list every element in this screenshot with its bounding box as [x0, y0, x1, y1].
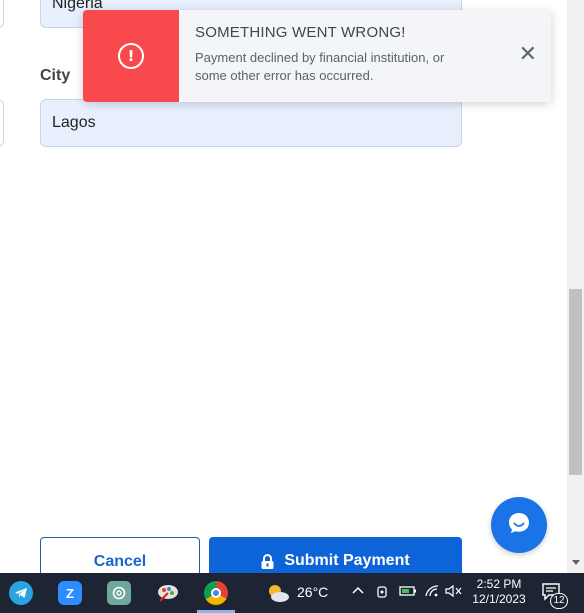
chat-button[interactable] [491, 497, 547, 553]
chrome-icon[interactable] [204, 581, 228, 605]
clock-date: 12/1/2023 [472, 592, 526, 606]
cancel-button-label: Cancel [93, 553, 147, 570]
toast-body: SOMETHING WENT WRONG! Payment declined b… [179, 10, 551, 102]
city-field[interactable]: Lagos [40, 99, 462, 147]
taskbar-clock[interactable]: 2:52 PM 12/1/2023 [470, 577, 528, 607]
telegram-icon[interactable] [9, 581, 33, 605]
wifi-icon[interactable] [424, 584, 440, 602]
speaker-muted-icon[interactable] [445, 584, 463, 602]
scrollbar-thumb[interactable] [569, 289, 582, 475]
chatgpt-icon[interactable] [107, 581, 131, 605]
clock-time: 2:52 PM [476, 577, 522, 591]
cancel-button[interactable]: Cancel [40, 537, 200, 573]
scroll-down-arrow-icon[interactable] [572, 560, 580, 565]
submit-payment-button[interactable]: Submit Payment [209, 537, 462, 573]
left-field-edge [0, 99, 4, 147]
toast-accent: ! [83, 10, 179, 102]
page-scrollbar[interactable] [567, 0, 584, 573]
meet-now-icon[interactable] [376, 585, 388, 603]
city-value: Lagos [52, 114, 96, 131]
left-field-edge [0, 0, 4, 28]
close-icon[interactable]: ✕ [519, 44, 537, 66]
alert-circle-icon: ! [118, 43, 144, 69]
weather-temperature: 26°C [297, 584, 329, 600]
error-toast: ! SOMETHING WENT WRONG! Payment declined… [83, 10, 551, 102]
chat-bubble-icon [506, 511, 532, 540]
notification-count-badge: 12 [550, 593, 568, 609]
lock-icon [261, 554, 274, 573]
weather-partly-cloudy-icon[interactable] [265, 582, 291, 608]
toast-message: Payment declined by financial institutio… [195, 50, 445, 83]
submit-button-label: Submit Payment [284, 552, 410, 569]
payment-page: Nigeria City Lagos ! SOMETHING WENT WRON… [0, 0, 567, 573]
battery-charging-icon[interactable] [399, 585, 417, 601]
zoom-icon[interactable]: Z [58, 581, 82, 605]
paint-icon[interactable] [156, 581, 180, 605]
chevron-up-icon[interactable] [352, 583, 364, 599]
city-label: City [40, 67, 71, 84]
windows-taskbar: Z 26°C 2:52 PM 12/1/2023 12 [0, 573, 584, 613]
toast-title: SOMETHING WENT WRONG! [195, 24, 406, 41]
